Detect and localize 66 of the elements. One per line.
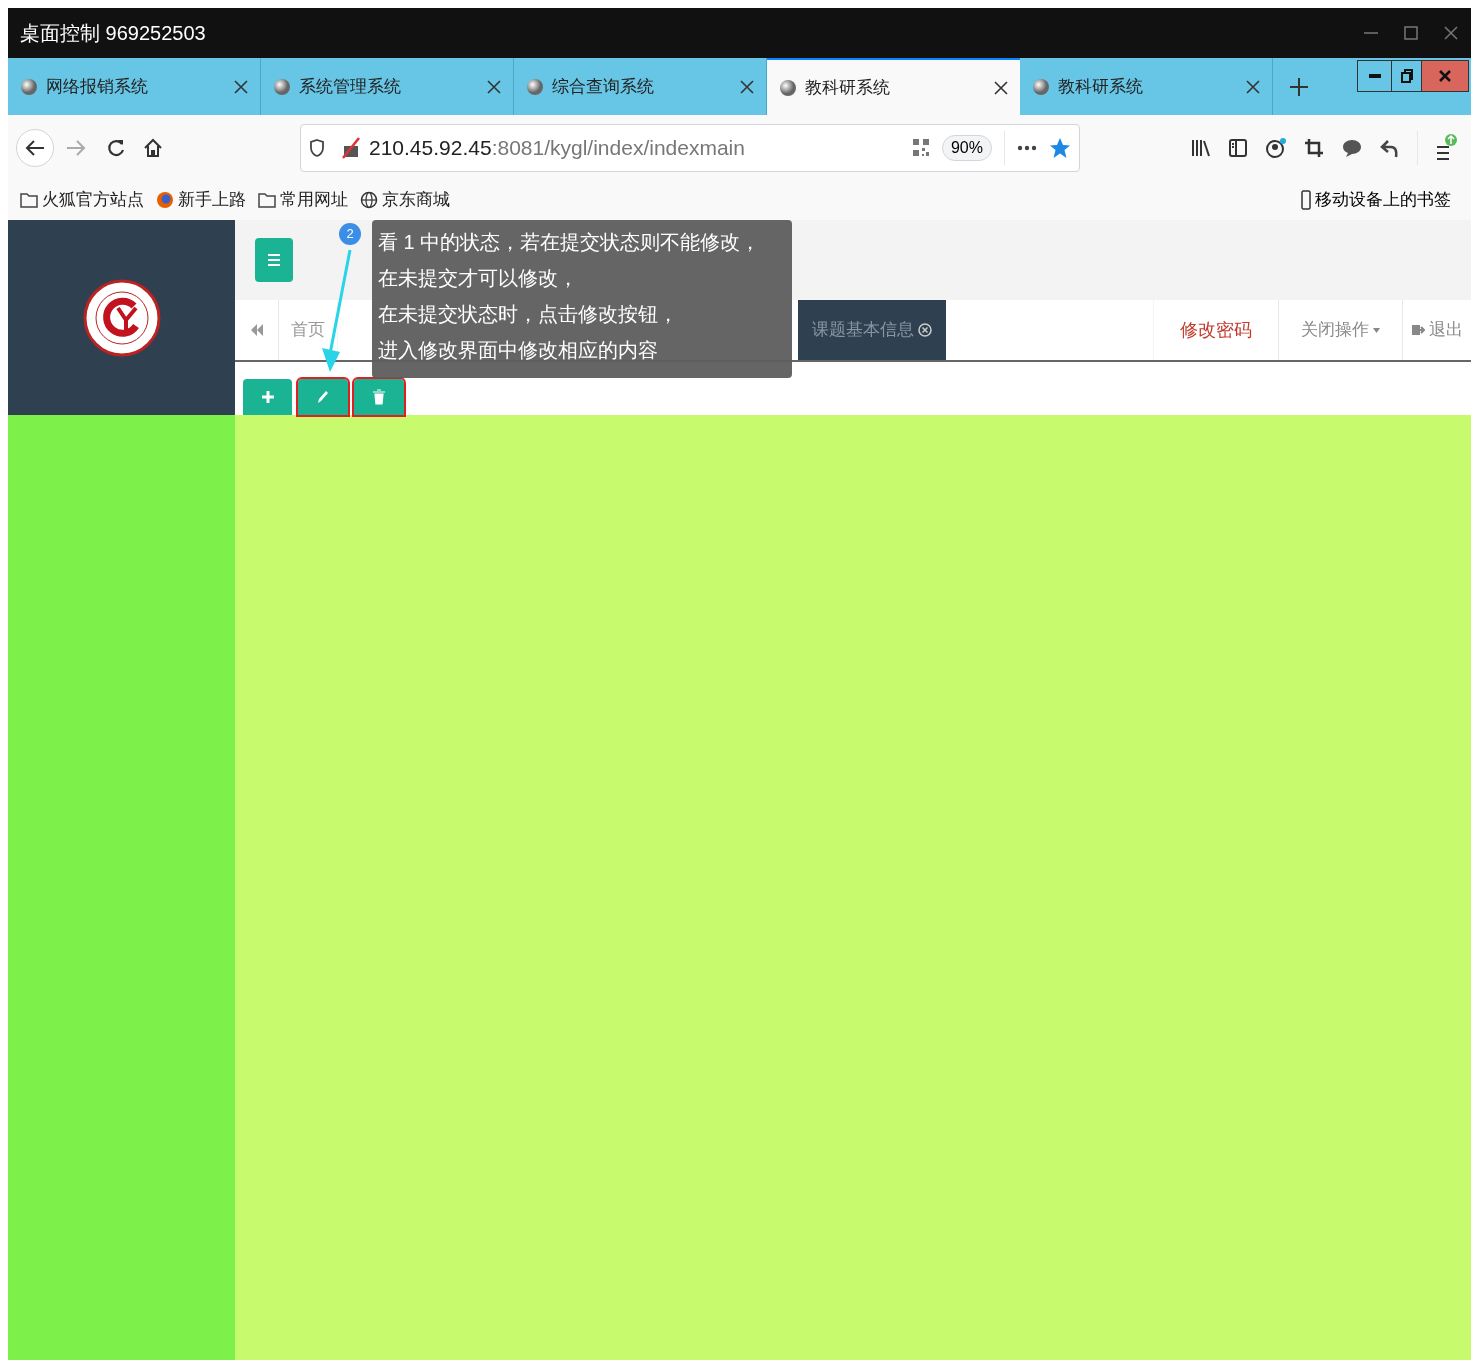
more-icon[interactable] — [1017, 144, 1037, 151]
bookmark-link[interactable]: 火狐官方站点 — [42, 187, 144, 213]
browser-tab[interactable]: 教科研系统 — [767, 58, 1020, 115]
close-icon[interactable] — [1246, 79, 1260, 94]
close-actions-dropdown[interactable]: 关闭操作 — [1278, 300, 1402, 360]
delete-button[interactable] — [354, 379, 404, 415]
restore-icon — [1400, 69, 1413, 83]
url-text: 210.45.92.45:8081/kygl/index/indexmain — [369, 134, 745, 161]
menu-icon — [268, 253, 280, 267]
bookmark-link[interactable]: 京东商城 — [382, 187, 450, 213]
folder-icon — [20, 192, 38, 208]
zoom-level[interactable]: 90% — [941, 134, 992, 161]
bookmark-link[interactable]: 常用网址 — [280, 187, 348, 213]
pencil-icon — [316, 389, 330, 405]
globe-icon — [273, 77, 291, 96]
undo-arrow-icon[interactable] — [1380, 137, 1400, 158]
plus-icon — [260, 390, 275, 404]
double-left-arrow-icon[interactable] — [249, 323, 264, 337]
reload-icon[interactable] — [106, 137, 126, 158]
globe-icon — [20, 77, 38, 96]
qr-code-icon[interactable] — [911, 137, 930, 158]
globe-icon — [779, 78, 797, 97]
star-icon[interactable] — [1049, 136, 1071, 159]
callout-text: 在未提交才可以修改， — [378, 266, 578, 291]
insecure-lock-icon — [341, 136, 361, 159]
close-button[interactable] — [1422, 61, 1468, 91]
sidebar-icon[interactable] — [1228, 137, 1248, 158]
close-icon[interactable] — [487, 79, 501, 94]
address-bar[interactable]: 210.45.92.45:8081/kygl/index/indexmain 90% — [300, 123, 1080, 172]
change-password-link[interactable]: 修改密码 — [1153, 300, 1278, 360]
firefox-icon — [156, 191, 174, 209]
bookmark-link[interactable]: 移动设备上的书签 — [1315, 187, 1451, 213]
callout-text: 进入修改界面中修改相应的内容 — [378, 338, 658, 363]
back-arrow-icon — [25, 138, 45, 157]
library-icon[interactable] — [1191, 137, 1211, 158]
close-icon[interactable] — [994, 80, 1008, 95]
crop-icon[interactable] — [1304, 137, 1324, 158]
callout-text: 看 1 中的状态，若在提交状态则不能修改， — [378, 230, 761, 255]
shield-icon — [309, 137, 325, 158]
globe-icon — [526, 77, 544, 96]
trash-icon — [373, 389, 385, 405]
chat-bubble-icon[interactable] — [1341, 137, 1363, 158]
add-button[interactable] — [243, 379, 292, 415]
folder-icon — [258, 192, 276, 208]
maximize-icon[interactable] — [1403, 25, 1419, 41]
callout-text: 在未提交状态时，点击修改按钮， — [378, 302, 678, 327]
caret-icon — [1373, 327, 1380, 333]
close-icon — [1439, 70, 1451, 82]
account-icon[interactable] — [1265, 136, 1287, 159]
logout-button[interactable]: 退出 — [1402, 300, 1471, 360]
bookmark-link[interactable]: 新手上路 — [178, 187, 246, 213]
phone-icon — [1301, 190, 1311, 210]
globe-icon — [360, 191, 378, 209]
close-icon[interactable] — [234, 79, 248, 94]
close-icon — [918, 323, 932, 337]
menu-icon[interactable] — [1435, 132, 1457, 163]
plus-icon[interactable] — [1289, 76, 1309, 97]
logout-icon — [1411, 323, 1425, 337]
globe-icon — [1032, 77, 1050, 96]
home-icon[interactable] — [142, 136, 164, 159]
back-button[interactable] — [16, 128, 54, 167]
minimize-icon — [1368, 74, 1381, 78]
close-icon[interactable] — [740, 79, 754, 94]
menu-toggle-button[interactable] — [255, 238, 293, 282]
page-tab[interactable]: 课题基本信息 — [798, 300, 946, 360]
window-title: 桌面控制 969252503 — [20, 21, 206, 46]
